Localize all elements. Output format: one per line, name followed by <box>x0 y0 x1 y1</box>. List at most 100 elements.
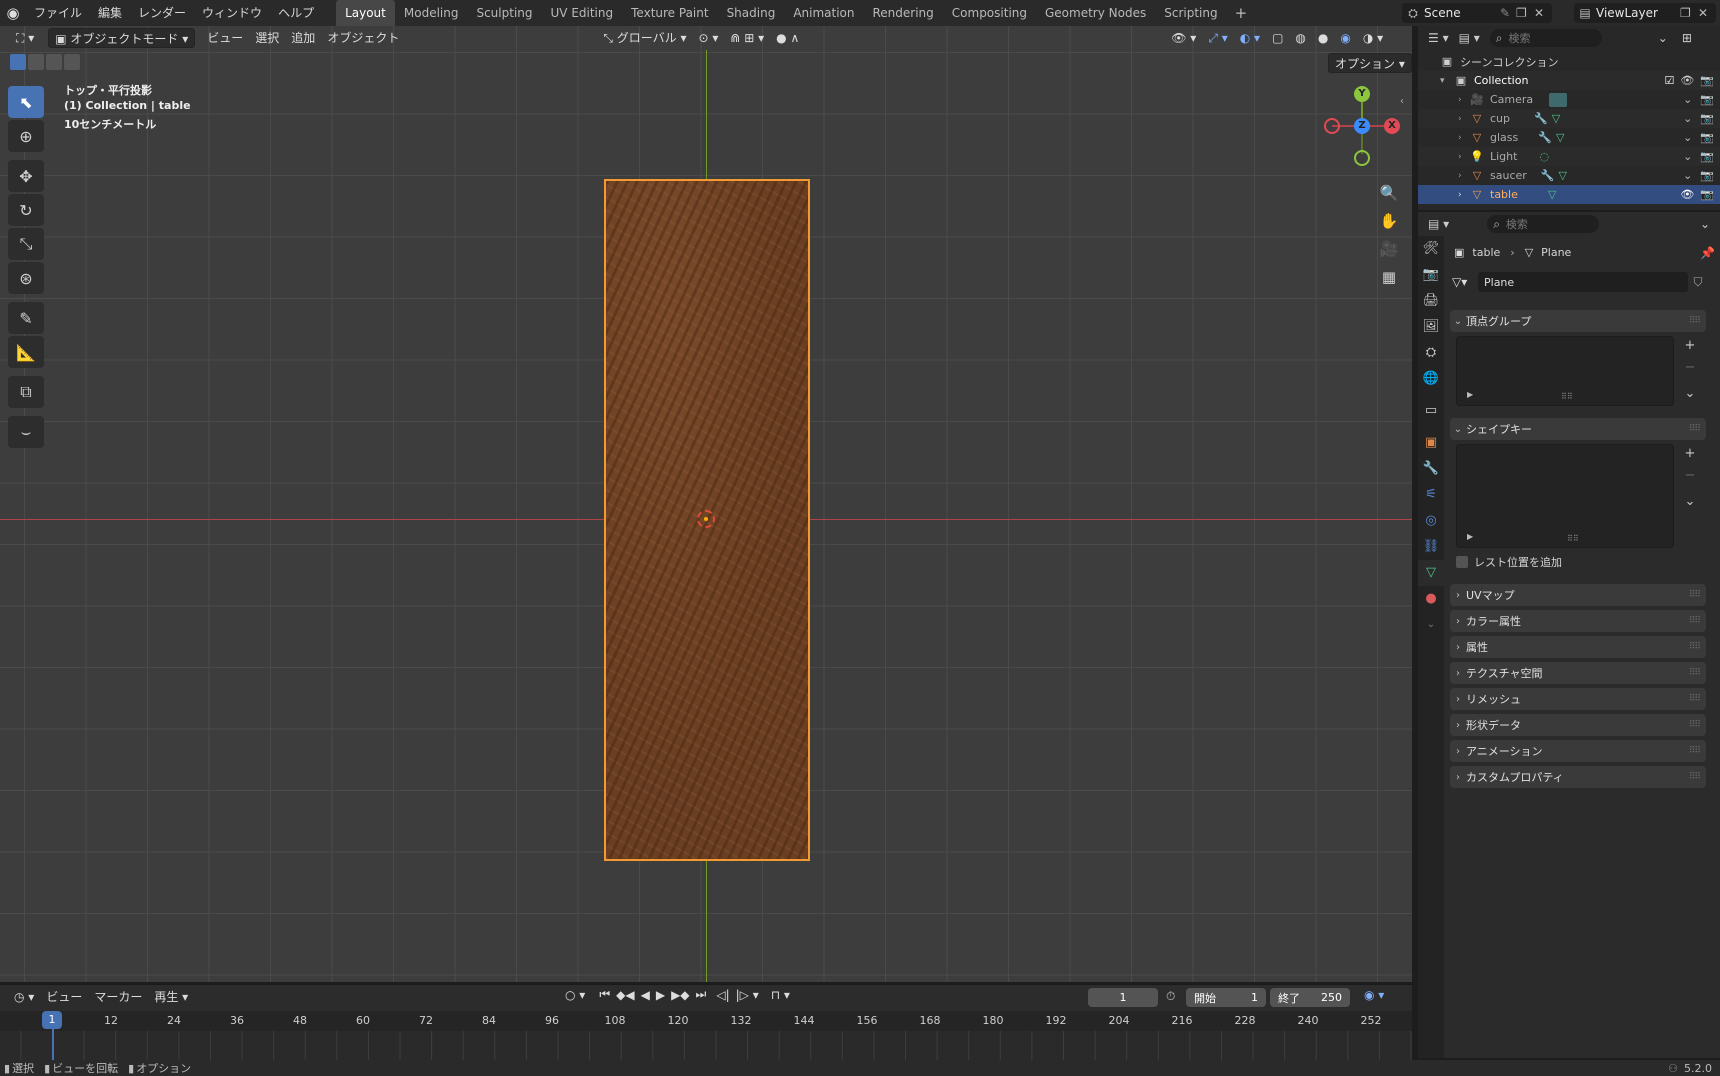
timeline-menu-playback[interactable]: 再生 ▾ <box>148 987 194 1007</box>
panel-texture-space[interactable]: › テクスチャ空間 ⠿⠿ <box>1450 662 1706 684</box>
current-frame-field[interactable]: 1 <box>1088 988 1158 1007</box>
gizmo-toggle-icon[interactable]: ⤢ ▾ <box>1202 28 1233 48</box>
pivot-point-icon[interactable]: ⊙ ▾ <box>692 28 724 48</box>
delete-scene-icon[interactable]: ✕ <box>1534 6 1552 20</box>
new-view-layer-icon[interactable]: ❐ <box>1680 6 1698 20</box>
visibility-eye-icon[interactable]: 👁 <box>1680 188 1694 201</box>
remove-shape-key-button[interactable]: − <box>1680 466 1700 486</box>
outliner-editor-type-icon[interactable]: ☰ ▾ <box>1428 31 1449 45</box>
playhead-line[interactable] <box>52 1029 54 1061</box>
shape-key-menu-icon[interactable]: ⌄ <box>1680 492 1700 512</box>
add-shape-key-button[interactable]: + <box>1680 444 1700 464</box>
tab-rendering[interactable]: Rendering <box>864 0 943 26</box>
hide-icon[interactable]: ⌄ <box>1683 131 1692 144</box>
start-frame-field[interactable]: 開始 1 <box>1186 988 1266 1007</box>
gizmo-x-axis[interactable]: X <box>1384 118 1400 134</box>
select-subtract-icon[interactable] <box>46 54 62 70</box>
expand-arrow-icon[interactable]: › <box>1458 171 1470 181</box>
snap-icon[interactable]: ⋒ ⊞ ▾ <box>724 28 770 48</box>
constraints-tab-icon[interactable]: ⛓ <box>1418 534 1444 560</box>
drag-handle-icon[interactable]: ⠿⠿ <box>1689 642 1701 652</box>
drag-handle-icon[interactable]: ⠿⠿ <box>1689 616 1701 626</box>
prev-keyframe-icon[interactable]: ◆◀ <box>613 988 637 1002</box>
list-resize-icon[interactable]: ⠿⠿ <box>1567 534 1579 543</box>
modifier-tab-icon[interactable]: 🔧 <box>1418 456 1444 482</box>
outliner-item-light[interactable]: › 💡 Light ◌ ⌄ 📷 <box>1418 147 1720 166</box>
menu-select[interactable]: 選択 <box>249 28 285 48</box>
gizmo-z-axis[interactable]: Z <box>1354 118 1370 134</box>
new-scene-icon[interactable]: ❐ <box>1516 6 1534 20</box>
particles-tab-icon[interactable]: ⚟ <box>1418 482 1444 508</box>
camera-view-icon[interactable]: 🎥 <box>1376 236 1402 262</box>
output-tab-icon[interactable]: 🖨 <box>1418 288 1444 314</box>
vertex-group-list[interactable]: ▶ ⠿⠿ <box>1456 336 1674 406</box>
auto-key-icon[interactable]: ⊓ ▾ <box>768 988 793 1002</box>
tab-layout[interactable]: Layout <box>336 0 395 26</box>
blender-logo-icon[interactable]: ◉ <box>0 0 26 26</box>
outliner-item-glass[interactable]: › ▽ glass 🔧 ▽ ⌄ 📷 <box>1418 128 1720 147</box>
tab-scripting[interactable]: Scripting <box>1155 0 1226 26</box>
exclude-checkbox-icon[interactable]: ☑ <box>1664 74 1674 87</box>
menu-view[interactable]: ビュー <box>201 28 249 48</box>
outliner-item-cup[interactable]: › ▽ cup 🔧 ▽ ⌄ 📷 <box>1418 109 1720 128</box>
add-workspace-button[interactable]: + <box>1227 0 1256 26</box>
proportional-edit-icon[interactable]: ● ∧ <box>770 28 805 48</box>
tab-modeling[interactable]: Modeling <box>395 0 468 26</box>
outliner-item-saucer[interactable]: › ▽ saucer 🔧 ▽ ⌄ 📷 <box>1418 166 1720 185</box>
collection-row[interactable]: ▾ ▣ Collection ☑ 👁 📷 <box>1418 71 1720 90</box>
3d-viewport[interactable]: ⛶ ▾ ▣ オブジェクトモード ▾ ビュー 選択 追加 オブジェクト ⤡ グロー… <box>0 26 1412 982</box>
timeline-editor-type-icon[interactable]: ◷ ▾ <box>8 987 40 1007</box>
hide-icon[interactable]: ⌄ <box>1683 169 1692 182</box>
mesh-browse-icon[interactable]: ▽▾ <box>1452 275 1478 289</box>
list-resize-icon[interactable]: ⠿⠿ <box>1561 392 1573 401</box>
panel-remesh[interactable]: › リメッシュ ⠿⠿ <box>1450 688 1706 710</box>
play-reverse-icon[interactable]: ◀ <box>638 988 653 1002</box>
timeline-menu-view[interactable]: ビュー <box>40 987 88 1007</box>
view-layer-tab-icon[interactable]: 🖼 <box>1418 314 1444 340</box>
transform-orientation-selector[interactable]: ⤡ グローバル ▾ <box>597 28 692 48</box>
scene-tab-icon[interactable]: ⛭ <box>1418 340 1444 366</box>
object-tab-icon[interactable]: ▣ <box>1418 430 1444 456</box>
tab-texture-paint[interactable]: Texture Paint <box>622 0 717 26</box>
curve-tool-icon[interactable]: ⌣ <box>8 416 44 448</box>
data-tab-icon[interactable]: ▽ <box>1418 560 1444 586</box>
hide-icon[interactable]: ⌄ <box>1683 150 1692 163</box>
delete-view-layer-icon[interactable]: ✕ <box>1698 6 1716 20</box>
panel-attributes[interactable]: › 属性 ⠿⠿ <box>1450 636 1706 658</box>
expand-arrow-icon[interactable]: › <box>1458 190 1470 200</box>
render-camera-icon[interactable]: 📷 <box>1700 150 1714 163</box>
expand-arrow-icon[interactable]: › <box>1458 114 1470 124</box>
outliner-item-camera[interactable]: › 🎥 Camera ⌄ 📷 <box>1418 90 1720 109</box>
outliner-item-table[interactable]: › ▽ table ▽ 👁 📷 <box>1418 185 1720 204</box>
tab-shading[interactable]: Shading <box>718 0 785 26</box>
xray-icon[interactable]: ▢ <box>1266 28 1289 48</box>
drag-handle-icon[interactable]: ⠿⠿ <box>1689 316 1701 326</box>
playhead-frame-label[interactable]: 1 <box>42 1011 62 1029</box>
render-camera-icon[interactable]: 📷 <box>1700 112 1714 125</box>
zoom-icon[interactable]: 🔍 <box>1376 180 1402 206</box>
material-tab-icon[interactable]: ● <box>1418 586 1444 612</box>
shape-key-list[interactable]: ▶ ⠿⠿ <box>1456 444 1674 548</box>
outliner-search-field[interactable]: ⌕ 検索 <box>1489 29 1602 47</box>
render-camera-icon[interactable]: 📷 <box>1700 169 1714 182</box>
hide-icon[interactable]: ⌄ <box>1683 112 1692 125</box>
tab-sculpting[interactable]: Sculpting <box>467 0 541 26</box>
render-camera-icon[interactable]: 📷 <box>1700 93 1714 106</box>
select-box-tool-icon[interactable]: ⬉ <box>8 86 44 118</box>
tab-geometry-nodes[interactable]: Geometry Nodes <box>1036 0 1155 26</box>
physics-tab-icon[interactable]: ◎ <box>1418 508 1444 534</box>
jump-end-icon[interactable]: ⏭ <box>693 987 710 1002</box>
visibility-eye-icon[interactable]: 👁 <box>1680 74 1694 87</box>
editor-type-button[interactable]: ⛶ ▾ <box>10 28 40 48</box>
vertex-group-menu-icon[interactable]: ⌄ <box>1680 384 1700 404</box>
tool-tab-icon[interactable]: 🛠 <box>1418 236 1444 262</box>
tab-animation[interactable]: Animation <box>784 0 863 26</box>
remove-vertex-group-button[interactable]: − <box>1680 358 1700 378</box>
end-frame-field[interactable]: 終了 250 <box>1270 988 1350 1007</box>
tab-compositing[interactable]: Compositing <box>943 0 1036 26</box>
pin-icon[interactable]: ✎ <box>1500 6 1516 20</box>
collection-tab-icon[interactable]: ▭ <box>1418 398 1444 424</box>
panel-geometry-data[interactable]: › 形状データ ⠿⠿ <box>1450 714 1706 736</box>
drag-handle-icon[interactable]: ⠿⠿ <box>1689 772 1701 782</box>
cursor-tool-icon[interactable]: ⊕ <box>8 120 44 152</box>
